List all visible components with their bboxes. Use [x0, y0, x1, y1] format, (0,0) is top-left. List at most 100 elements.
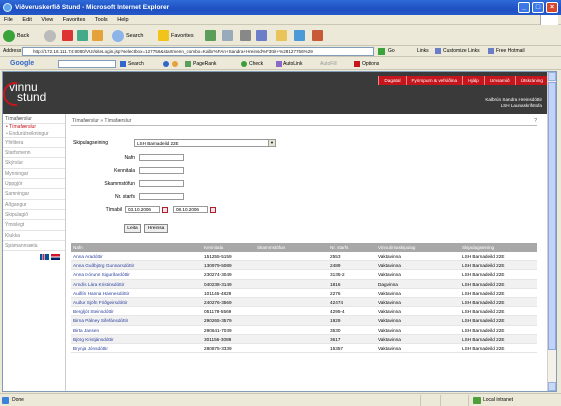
nav-agreed[interactable]: Umsamið — [483, 76, 515, 85]
cell-name[interactable]: Brynja Jónsdóttir — [71, 344, 202, 352]
address-input[interactable]: http://172.16.111.74:8080/VUI/siteLogin.… — [22, 47, 374, 56]
table-row[interactable]: Bergljót Steinsdóttir 051178-5569 4295-4 Va… — [71, 307, 537, 317]
calendar-icon[interactable] — [162, 207, 168, 213]
cell-name[interactable]: Anna Guðbjörg Gunnarsdóttir — [71, 261, 202, 269]
go-button[interactable]: Go — [388, 46, 395, 57]
scroll-thumb[interactable] — [548, 82, 556, 350]
search-button[interactable]: Leita — [124, 224, 141, 233]
cell-name[interactable]: Anna Þórunn Sigurðardóttir — [71, 270, 202, 278]
scroll-up-icon[interactable] — [548, 72, 556, 81]
search-button[interactable]: Search — [112, 29, 143, 43]
google-search-input[interactable] — [58, 60, 116, 68]
favorites-button[interactable]: Favorites — [158, 29, 194, 43]
refresh-button[interactable] — [77, 29, 90, 43]
sidebar-item-agreements[interactable]: Samningar — [3, 189, 65, 200]
sidebar-item-forecast[interactable]: Spámannsæta — [3, 241, 65, 252]
col-alias[interactable]: Skammstöfun — [255, 243, 328, 252]
cell-name[interactable]: Birta Jansen — [71, 326, 202, 334]
cell-name[interactable]: Birna Pálney Sifefánsdóttir — [71, 316, 202, 324]
scroll-down-icon[interactable] — [548, 382, 556, 391]
options-button[interactable]: Options — [362, 58, 379, 70]
research-button[interactable] — [312, 29, 325, 43]
table-row[interactable]: Brynja Jónsdóttir 280875-3339 15357 Vaktavi… — [71, 344, 537, 354]
pagerank-label[interactable]: PageRank — [193, 58, 216, 70]
alias-input[interactable] — [139, 180, 184, 187]
sidebar-item-access[interactable]: Aðgangur — [3, 200, 65, 210]
vertical-scrollbar[interactable] — [547, 72, 556, 391]
table-row[interactable]: Birta Jansen 290641-7039 3530 Vaktavinna LSH… — [71, 326, 537, 335]
iceland-flag-icon[interactable] — [40, 254, 49, 261]
col-unit[interactable]: Skipulagseining — [460, 243, 537, 252]
cell-name[interactable]: Auðlín Hanna Hannesdóttir — [71, 289, 202, 297]
autolink-button[interactable]: AutoLink — [283, 58, 302, 70]
calendar-icon[interactable] — [210, 207, 216, 213]
date-to-input[interactable]: 08.10.2006 — [173, 206, 208, 213]
table-row[interactable]: Birna Pálney Sifefánsdóttir 290265-3579 19… — [71, 316, 537, 326]
table-row[interactable]: Auður Sjöfn Friðgeirsdóttir 240276-3569 42… — [71, 297, 537, 308]
nav-inquiry[interactable]: Fyrirspurn & vefsíðina — [405, 76, 463, 85]
col-name[interactable]: Nafn — [71, 243, 202, 252]
date-from-input[interactable]: 03.10.2006 — [125, 206, 160, 213]
link-customize[interactable]: Customize Links — [443, 46, 480, 57]
mail-button[interactable] — [222, 29, 235, 43]
folder-button[interactable] — [276, 29, 289, 43]
clear-button[interactable]: Hreinsa — [144, 224, 168, 233]
menu-favorites[interactable]: Favorites — [63, 17, 86, 23]
google-search-button[interactable]: Search — [128, 58, 144, 70]
employee-number-input[interactable] — [139, 193, 184, 200]
nav-calendar[interactable]: Dagatal — [378, 76, 405, 85]
menu-edit[interactable]: Edit — [22, 17, 31, 23]
home-button[interactable] — [92, 29, 105, 43]
sidebar-item-clock[interactable]: Klukka — [3, 231, 65, 241]
sidebar-item-settlement[interactable]: Uppgjör — [3, 179, 65, 190]
go-arrow-icon[interactable] — [378, 48, 385, 55]
sidebar-item-reminders[interactable]: Mynningar — [3, 169, 65, 180]
table-row[interactable]: Anna Aradóttir 151255-5159 2553 Vaktavinna L… — [71, 252, 537, 262]
messenger-button[interactable] — [294, 29, 307, 43]
col-ssn[interactable]: Kennitala — [202, 243, 255, 252]
forward-button[interactable] — [44, 29, 58, 43]
print-button[interactable] — [240, 29, 253, 43]
autofill-button[interactable]: AutoFill — [320, 58, 337, 70]
unit-select[interactable]: LSH Barnadeild 22E ▼ — [134, 139, 276, 147]
table-row[interactable]: Björg Kristjánsdóttir 301156-3089 3617 Vakt… — [71, 334, 537, 344]
stop-button[interactable] — [62, 29, 75, 43]
nav-help[interactable]: Hjálp — [462, 76, 484, 85]
name-input[interactable] — [139, 154, 184, 161]
edit-button[interactable] — [256, 29, 269, 43]
menu-file[interactable]: File — [4, 17, 13, 23]
menu-tools[interactable]: Tools — [95, 17, 108, 23]
table-row[interactable]: Arndís Lára Kristinsdóttir 040238-3149 181… — [71, 279, 537, 289]
menu-help[interactable]: Help — [117, 17, 128, 23]
table-row[interactable]: Auðlín Hanna Hannesdóttir 101146-4829 2276… — [71, 289, 537, 298]
globe-icon[interactable] — [163, 61, 169, 67]
news-icon[interactable] — [172, 61, 178, 67]
sidebar-item-reports[interactable]: Skýrslur — [3, 158, 65, 169]
cell-name[interactable]: Arndís Lára Kristinsdóttir — [71, 280, 202, 288]
cell-name[interactable]: Auður Sjöfn Friðgeirsdóttir — [71, 298, 202, 306]
table-row[interactable]: Anna Guðbjörg Gunnarsdóttir 130979-5089 24… — [71, 261, 537, 271]
check-button[interactable]: Check — [249, 58, 263, 70]
table-row[interactable]: Anna Þórunn Sigurðardóttir 230274-3049 313… — [71, 270, 537, 280]
sidebar-item-overview[interactable]: Yfirlitera — [3, 138, 65, 149]
back-button[interactable]: Back — [3, 29, 29, 43]
help-icon[interactable]: ? — [534, 118, 537, 124]
nav-logout[interactable]: Útskráning — [514, 76, 548, 85]
ssn-input[interactable] — [139, 167, 184, 174]
minimize-button[interactable]: _ — [518, 2, 530, 13]
sidebar-item-timeentries[interactable]: Tímafærslur — [3, 114, 65, 125]
link-hotmail[interactable]: Free Hotmail — [496, 46, 525, 57]
close-button[interactable]: × — [546, 2, 558, 13]
cell-name[interactable]: Bergljót Steinsdóttir — [71, 307, 202, 315]
sidebar-item-misc[interactable]: Ýmislegt — [3, 220, 65, 231]
history-button[interactable] — [205, 29, 218, 43]
cell-name[interactable]: Björg Kristjánsdóttir — [71, 335, 202, 343]
cell-name[interactable]: Anna Aradóttir — [71, 252, 202, 260]
maximize-button[interactable]: □ — [532, 2, 544, 13]
sidebar-item-staff[interactable]: Starfsmenn — [3, 148, 65, 159]
uk-flag-icon[interactable] — [51, 254, 61, 261]
col-employee-number[interactable]: Nr. starfs — [328, 243, 376, 252]
sidebar-item-organization[interactable]: Skipulagið — [3, 210, 65, 221]
sidebar-subitem-recalc[interactable]: • Endurútreikningur — [3, 131, 65, 138]
col-schedule[interactable]: Vinnutímaskipulag — [376, 243, 460, 252]
